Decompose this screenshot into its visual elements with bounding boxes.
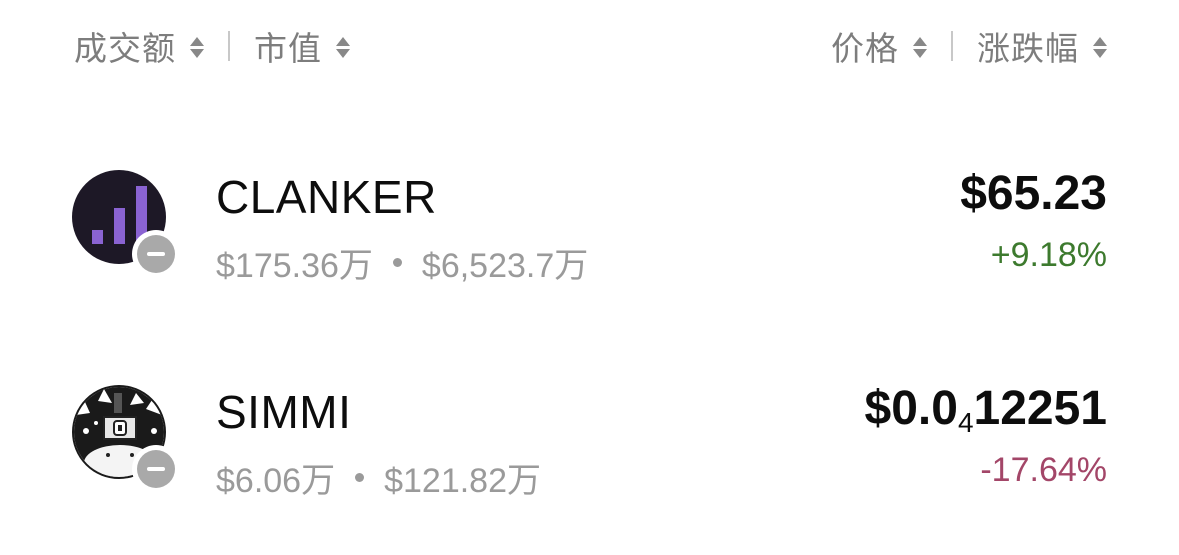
header-right-group: 价格 涨跌幅 — [831, 22, 1107, 70]
sort-price-label: 价格 — [831, 29, 899, 68]
token-price: $65.23 — [960, 167, 1107, 220]
list-header: 成交额 市值 价格 涨跌幅 — [74, 14, 1107, 78]
token-price: $0.0412251 — [865, 381, 1107, 439]
token-change: -17.64% — [980, 451, 1107, 489]
sort-change-button[interactable]: 涨跌幅 — [977, 22, 1107, 70]
chain-badge-icon — [132, 230, 180, 278]
sort-arrows-icon — [913, 36, 927, 58]
header-divider — [951, 31, 953, 61]
token-stats: $175.36万 $6,523.7万 — [216, 238, 588, 287]
chain-badge-icon — [132, 445, 180, 493]
token-change: +9.18% — [990, 236, 1107, 274]
token-symbol: CLANKER — [216, 171, 437, 223]
token-volume: $175.36万 — [216, 247, 373, 285]
token-row-simmi[interactable]: SIMMI $6.06万 $121.82万 $0.0412251 -17.64% — [72, 365, 1107, 500]
token-stats: $6.06万 $121.82万 — [216, 453, 541, 502]
sort-volume-button[interactable]: 成交额 — [74, 22, 204, 70]
sort-price-button[interactable]: 价格 — [831, 22, 927, 70]
token-avatar — [72, 170, 180, 278]
sort-arrows-icon — [336, 36, 350, 58]
token-price-prefix: $0.0 — [864, 382, 958, 435]
sort-market-cap-label: 市值 — [254, 29, 322, 68]
separator-dot — [392, 258, 402, 267]
sort-arrows-icon — [1093, 36, 1107, 58]
token-market-cap: $6,523.7万 — [421, 247, 589, 285]
token-volume: $6.06万 — [216, 462, 336, 500]
separator-dot — [355, 473, 365, 482]
sort-arrows-icon — [190, 36, 204, 58]
token-symbol: SIMMI — [216, 386, 352, 438]
sort-change-label: 涨跌幅 — [977, 29, 1079, 68]
token-price-digits: 12251 — [973, 382, 1107, 435]
token-avatar — [72, 385, 180, 493]
header-left-group: 成交额 市值 — [74, 22, 350, 70]
token-market-cap: $121.82万 — [384, 462, 541, 500]
sort-market-cap-button[interactable]: 市值 — [254, 22, 350, 70]
sort-volume-label: 成交额 — [74, 29, 176, 68]
header-divider — [228, 31, 230, 61]
token-row-clanker[interactable]: CLANKER $175.36万 $6,523.7万 $65.23 +9.18% — [72, 150, 1107, 285]
token-price-zero-count: 4 — [957, 407, 974, 438]
